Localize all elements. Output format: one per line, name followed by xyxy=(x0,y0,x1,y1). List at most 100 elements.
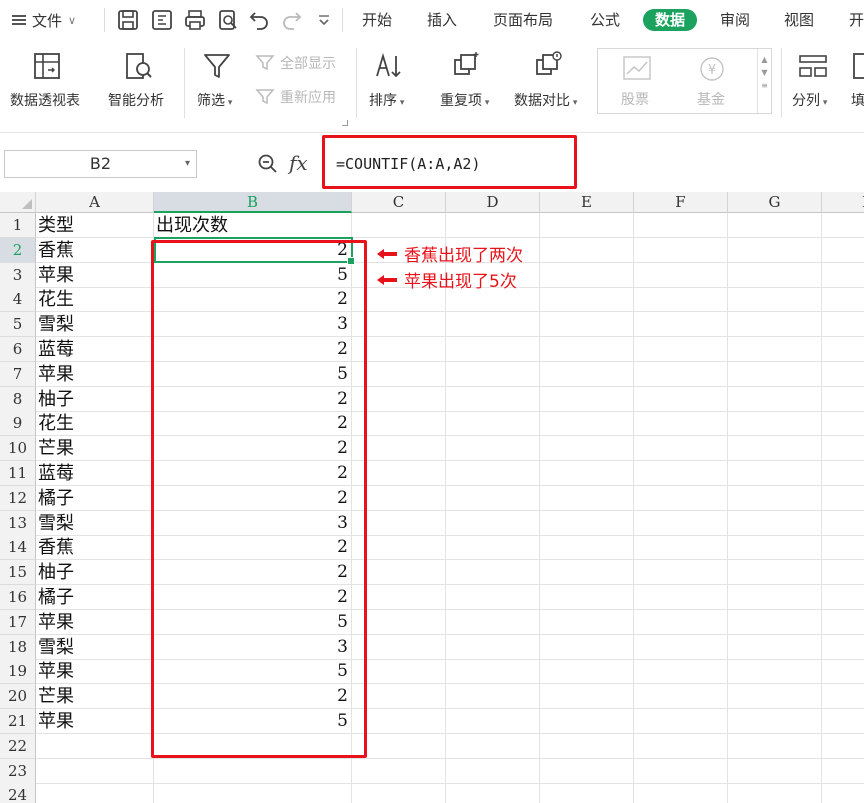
cell-d14[interactable] xyxy=(446,535,540,561)
gallery-down-icon[interactable]: ▼ xyxy=(758,68,771,77)
cell-a16[interactable]: 橘子 xyxy=(36,585,154,610)
row-header[interactable]: 24 xyxy=(0,783,36,803)
cell-c9[interactable] xyxy=(352,411,446,437)
row-header[interactable]: 5 xyxy=(0,312,36,338)
cell-d9[interactable] xyxy=(446,411,540,437)
cell-b16[interactable]: 2 xyxy=(154,585,352,610)
cell-f23[interactable] xyxy=(634,758,728,784)
row-header[interactable]: 20 xyxy=(0,684,36,710)
row-header[interactable]: 23 xyxy=(0,758,36,784)
cell-c24[interactable] xyxy=(352,783,446,803)
cell-e4[interactable] xyxy=(540,287,634,313)
tab-view[interactable]: 视图 xyxy=(784,9,814,31)
cell-d8[interactable] xyxy=(446,386,540,412)
cell-e2[interactable] xyxy=(540,237,634,263)
cell-f1[interactable] xyxy=(634,213,728,238)
cell-e16[interactable] xyxy=(540,585,634,610)
cell-e14[interactable] xyxy=(540,535,634,561)
cell-b15[interactable]: 2 xyxy=(154,560,352,586)
cell-c16[interactable] xyxy=(352,585,446,610)
row-header[interactable]: 8 xyxy=(0,386,36,412)
cell-a9[interactable]: 花生 xyxy=(36,411,154,437)
tab-insert[interactable]: 插入 xyxy=(427,9,457,31)
cell-g14[interactable] xyxy=(728,535,822,561)
row-header[interactable]: 2 xyxy=(0,237,36,263)
cell-h21[interactable] xyxy=(822,709,864,734)
column-header-f[interactable]: F xyxy=(634,192,728,213)
cell-h8[interactable] xyxy=(822,387,864,412)
save-icon[interactable] xyxy=(116,8,140,32)
cell-b11[interactable]: 2 xyxy=(154,461,352,486)
cell-a22[interactable] xyxy=(36,733,154,759)
formula-input[interactable]: =COUNTIF(A:A,A2) xyxy=(330,150,864,178)
row-header[interactable]: 11 xyxy=(0,461,36,486)
row-header[interactable]: 13 xyxy=(0,510,36,536)
cell-e10[interactable] xyxy=(540,436,634,462)
tab-home[interactable]: 开始 xyxy=(362,9,392,31)
cell-d16[interactable] xyxy=(446,585,540,610)
cell-a12[interactable]: 橘子 xyxy=(36,485,154,511)
cell-b13[interactable]: 3 xyxy=(154,510,352,536)
cell-f16[interactable] xyxy=(634,585,728,610)
smart-analysis-button[interactable]: 智能分析 xyxy=(108,90,164,110)
cell-c11[interactable] xyxy=(352,461,446,486)
cell-b24[interactable] xyxy=(154,783,352,803)
cell-g12[interactable] xyxy=(728,485,822,511)
compare-icon[interactable] xyxy=(533,50,565,82)
cell-e24[interactable] xyxy=(540,783,634,803)
cell-h19[interactable] xyxy=(822,659,864,685)
cell-g21[interactable] xyxy=(728,709,822,734)
cell-d13[interactable] xyxy=(446,510,540,536)
cell-g23[interactable] xyxy=(728,758,822,784)
tab-review[interactable]: 审阅 xyxy=(720,9,750,31)
cell-a2[interactable]: 香蕉 xyxy=(36,237,154,263)
cell-h12[interactable] xyxy=(822,486,864,511)
cell-h17[interactable] xyxy=(822,610,864,635)
cell-b18[interactable]: 3 xyxy=(154,634,352,660)
cell-b5[interactable]: 3 xyxy=(154,312,352,338)
cell-g20[interactable] xyxy=(728,684,822,710)
cell-g7[interactable] xyxy=(728,361,822,387)
duplicates-icon[interactable] xyxy=(451,50,483,82)
cell-d24[interactable] xyxy=(446,783,540,803)
cell-d10[interactable] xyxy=(446,436,540,462)
row-header[interactable]: 19 xyxy=(0,659,36,685)
cell-e22[interactable] xyxy=(540,733,634,759)
filter-button[interactable]: 筛选 ▾ xyxy=(197,90,232,110)
column-header-h[interactable]: H xyxy=(822,192,864,213)
cell-c22[interactable] xyxy=(352,733,446,759)
row-header[interactable]: 22 xyxy=(0,733,36,759)
select-all-corner[interactable] xyxy=(0,192,36,213)
cell-e3[interactable] xyxy=(540,262,634,288)
cell-h4[interactable] xyxy=(822,287,864,313)
cell-c12[interactable] xyxy=(352,485,446,511)
cell-c13[interactable] xyxy=(352,510,446,536)
cell-g1[interactable] xyxy=(728,213,822,238)
cell-b20[interactable]: 2 xyxy=(154,684,352,710)
cell-c15[interactable] xyxy=(352,560,446,586)
cell-h11[interactable] xyxy=(822,461,864,486)
customize-icon[interactable] xyxy=(312,8,336,32)
stock-button[interactable]: 股票 xyxy=(621,89,649,109)
cell-d18[interactable] xyxy=(446,634,540,660)
row-header[interactable]: 1 xyxy=(0,213,36,238)
fill-icon[interactable] xyxy=(852,50,864,82)
cell-a18[interactable]: 雪梨 xyxy=(36,634,154,660)
cell-g15[interactable] xyxy=(728,560,822,586)
cell-c8[interactable] xyxy=(352,386,446,412)
dialog-launcher-icon[interactable] xyxy=(342,120,348,126)
undo-icon[interactable] xyxy=(247,8,271,32)
cell-a13[interactable]: 雪梨 xyxy=(36,510,154,536)
print-icon[interactable] xyxy=(183,8,207,32)
cell-e5[interactable] xyxy=(540,312,634,338)
column-header-d[interactable]: D xyxy=(446,192,540,213)
cell-f18[interactable] xyxy=(634,634,728,660)
cell-h18[interactable] xyxy=(822,635,864,660)
cell-b8[interactable]: 2 xyxy=(154,386,352,412)
row-header[interactable]: 18 xyxy=(0,634,36,660)
filter-icon[interactable] xyxy=(201,50,233,82)
insert-function-button[interactable]: fx xyxy=(289,151,308,175)
cell-a6[interactable]: 蓝莓 xyxy=(36,337,154,362)
cell-h13[interactable] xyxy=(822,511,864,536)
cell-g3[interactable] xyxy=(728,262,822,288)
